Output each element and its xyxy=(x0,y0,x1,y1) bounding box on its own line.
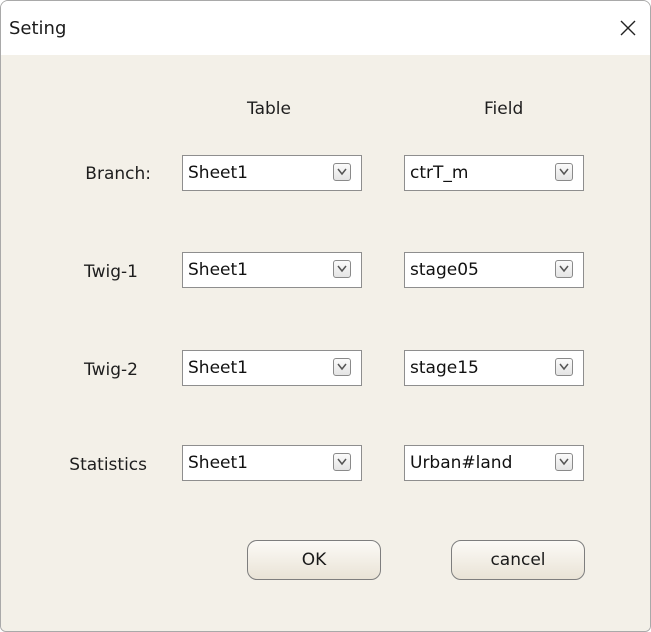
chevron-down-icon[interactable] xyxy=(555,358,573,376)
statistics-field-value: Urban#land xyxy=(410,453,513,473)
twig2-table-value: Sheet1 xyxy=(188,358,248,378)
cancel-button[interactable]: cancel xyxy=(451,540,585,580)
twig1-table-value: Sheet1 xyxy=(188,260,248,280)
statistics-field-select[interactable]: Urban#land xyxy=(404,445,584,481)
twig1-field-value: stage05 xyxy=(410,260,479,280)
ok-button[interactable]: OK xyxy=(247,540,381,580)
settings-dialog: Seting Table Field Branch: Sheet1 ctrT_m… xyxy=(0,0,651,632)
branch-field-value: ctrT_m xyxy=(410,163,469,183)
chevron-down-icon[interactable] xyxy=(555,453,573,471)
statistics-table-select[interactable]: Sheet1 xyxy=(182,445,362,481)
row-label-branch: Branch: xyxy=(85,164,151,184)
row-label-twig-2: Twig-2 xyxy=(84,360,138,380)
chevron-down-icon[interactable] xyxy=(555,163,573,181)
close-icon xyxy=(620,20,636,36)
twig2-field-value: stage15 xyxy=(410,358,479,378)
twig2-field-select[interactable]: stage15 xyxy=(404,350,584,386)
row-label-twig-1: Twig-1 xyxy=(84,262,138,282)
twig1-field-select[interactable]: stage05 xyxy=(404,252,584,288)
dialog-title: Seting xyxy=(9,18,67,39)
chevron-down-icon[interactable] xyxy=(333,358,351,376)
statistics-table-value: Sheet1 xyxy=(188,453,248,473)
chevron-down-icon[interactable] xyxy=(555,260,573,278)
dialog-body: Table Field Branch: Sheet1 ctrT_m Twig-1… xyxy=(1,55,650,631)
twig2-table-select[interactable]: Sheet1 xyxy=(182,350,362,386)
twig1-table-select[interactable]: Sheet1 xyxy=(182,252,362,288)
row-label-statistics: Statistics xyxy=(69,455,147,475)
field-column-header: Field xyxy=(484,99,524,119)
chevron-down-icon[interactable] xyxy=(333,453,351,471)
title-bar: Seting xyxy=(1,1,650,55)
branch-field-select[interactable]: ctrT_m xyxy=(404,155,584,191)
chevron-down-icon[interactable] xyxy=(333,163,351,181)
table-column-header: Table xyxy=(247,99,291,119)
branch-table-select[interactable]: Sheet1 xyxy=(182,155,362,191)
close-button[interactable] xyxy=(606,1,650,55)
branch-table-value: Sheet1 xyxy=(188,163,248,183)
chevron-down-icon[interactable] xyxy=(333,260,351,278)
